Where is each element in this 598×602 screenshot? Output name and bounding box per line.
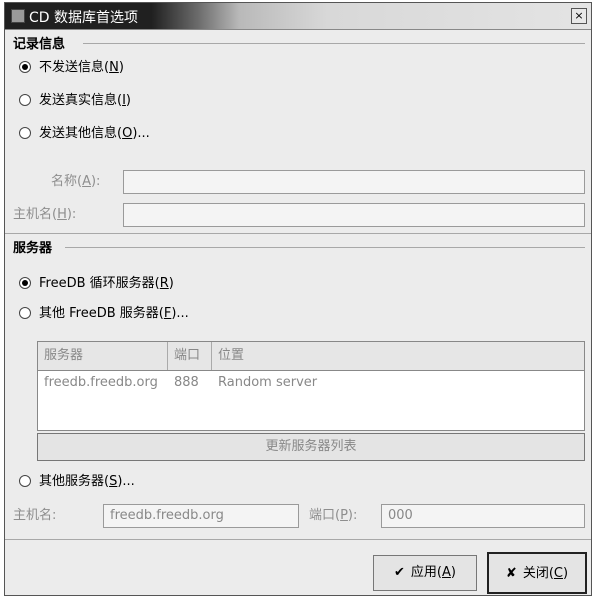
radio-icon <box>19 126 31 139</box>
host-label: 主机名(H): <box>13 207 77 222</box>
radio-other-server[interactable]: 其他服务器(S)... <box>19 471 135 493</box>
name-field[interactable] <box>123 170 585 194</box>
radio-freedb-round-robin[interactable]: FreeDB 循环服务器(R) <box>19 273 174 295</box>
apply-button[interactable]: ✔ 应用(A) <box>373 555 477 591</box>
update-server-list-button[interactable]: 更新服务器列表 <box>37 433 585 461</box>
port-field[interactable]: 000 <box>381 504 585 528</box>
close-icon[interactable]: × <box>571 8 587 24</box>
checkmark-icon: ✔ <box>394 565 405 580</box>
section-separator <box>65 247 585 248</box>
column-header-port[interactable]: 端口 <box>168 342 212 370</box>
radio-no-info[interactable]: 不发送信息(N) <box>19 57 124 79</box>
cell-server: freedb.freedb.org <box>44 375 158 390</box>
server-host-field[interactable]: freedb.freedb.org <box>103 504 299 528</box>
info-section-title: 记录信息 <box>13 37 66 52</box>
close-x-icon: ✘ <box>505 566 517 581</box>
close-button[interactable]: ✘ 关闭(C) <box>487 552 587 594</box>
window-title: CD 数据库首选项 <box>29 10 139 26</box>
table-header: 服务器 端口 位置 <box>38 342 584 371</box>
radio-icon <box>19 306 31 319</box>
column-header-server[interactable]: 服务器 <box>38 342 168 370</box>
column-header-location[interactable]: 位置 <box>212 342 584 370</box>
radio-icon <box>19 93 31 106</box>
button-separator <box>5 539 591 540</box>
title-bar[interactable]: CD 数据库首选项 × <box>5 3 591 30</box>
window-menu-icon[interactable] <box>11 9 25 23</box>
port-label: 端口(P): <box>309 508 358 523</box>
host-field[interactable] <box>123 203 585 227</box>
server-section-title: 服务器 <box>13 241 53 256</box>
radio-selected-icon <box>19 60 31 73</box>
section-separator <box>5 233 591 234</box>
name-label: 名称(A): <box>51 174 101 189</box>
section-separator <box>83 43 585 44</box>
radio-real-info[interactable]: 发送真实信息(I) <box>19 90 131 112</box>
server-host-label: 主机名: <box>13 508 57 523</box>
radio-other-freedb[interactable]: 其他 FreeDB 服务器(F)... <box>19 303 189 325</box>
radio-other-info[interactable]: 发送其他信息(O)... <box>19 123 150 145</box>
cell-port: 888 <box>174 375 199 390</box>
cell-location: Random server <box>218 375 318 390</box>
server-table[interactable]: 服务器 端口 位置 freedb.freedb.org 888 Random s… <box>37 341 585 431</box>
radio-selected-icon <box>19 276 31 289</box>
radio-icon <box>19 474 31 487</box>
preferences-dialog: CD 数据库首选项 × 记录信息 不发送信息(N) 发送真实信息(I) 发送其他… <box>4 2 592 596</box>
